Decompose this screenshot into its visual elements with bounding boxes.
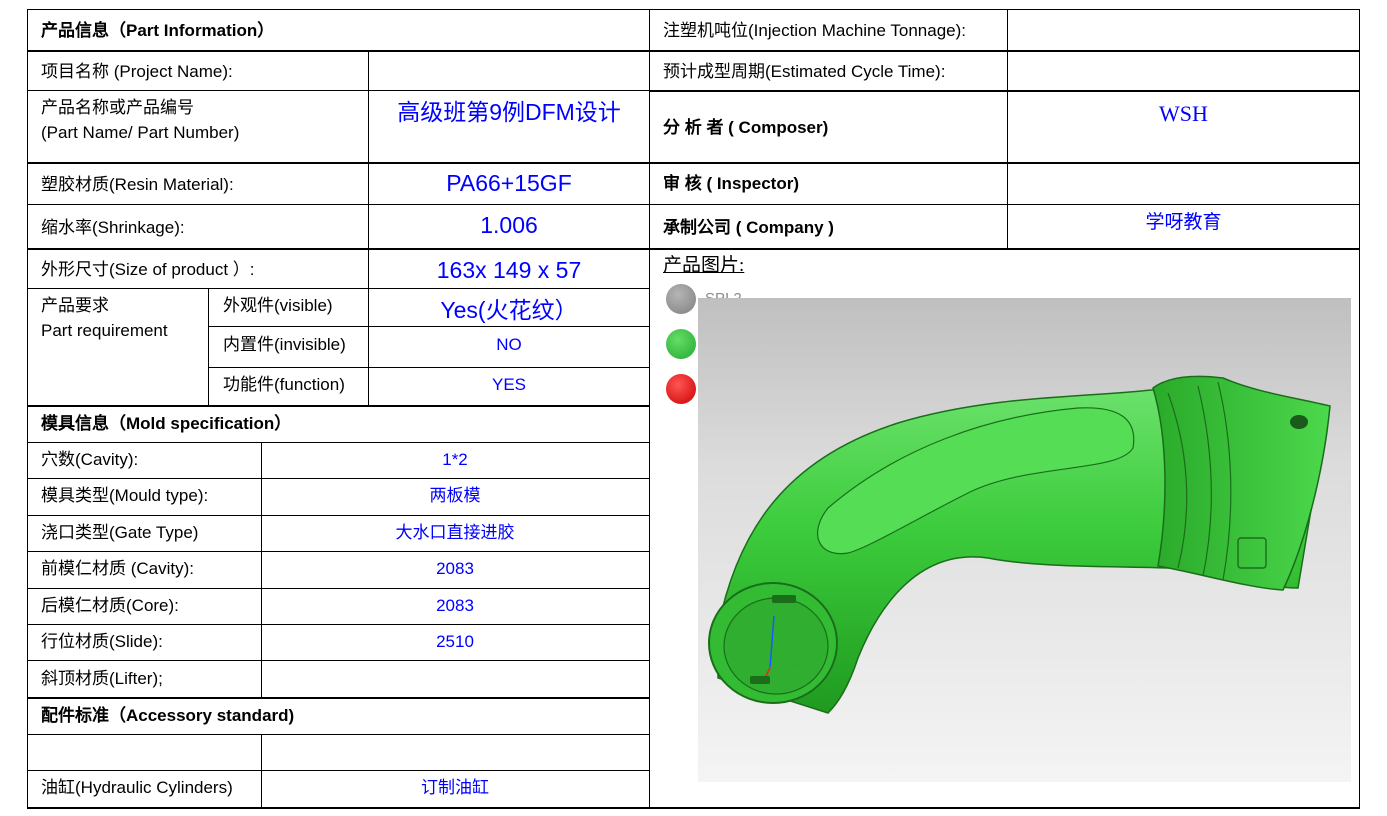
part-name-label-en: (Part Name/ Part Number): [41, 123, 240, 142]
accessory-header: 配件标准（Accessory standard): [41, 706, 295, 725]
table-border-line: [27, 478, 649, 479]
table-border-line: [649, 204, 1360, 205]
cavity-label: 穴数(Cavity):: [41, 450, 139, 469]
table-border-line: [27, 515, 649, 516]
legend-red-dot: [666, 374, 696, 404]
table-border-line: [27, 770, 649, 771]
table-border-line: [27, 697, 649, 699]
lifter-label: 斜顶材质(Lifter);: [41, 669, 163, 688]
legend-gray-dot: [666, 284, 696, 314]
requirement-label-cn: 产品要求: [41, 296, 109, 315]
part-name-value[interactable]: 高级班第9例DFM设计: [369, 99, 649, 125]
resin-label: 塑胶材质(Resin Material):: [41, 175, 234, 194]
cycle-label: 预计成型周期(Estimated Cycle Time):: [663, 62, 946, 81]
table-border-line: [27, 660, 649, 661]
table-border-line: [27, 807, 1360, 809]
table-border-line: [27, 162, 649, 164]
table-border-line: [27, 442, 649, 443]
project-name-label: 项目名称 (Project Name):: [41, 62, 233, 81]
part-info-header: 产品信息（Part Information）: [41, 21, 275, 40]
part-name-label-cn: 产品名称或产品编号: [41, 98, 194, 117]
table-border-line: [27, 405, 649, 407]
gate-type-value[interactable]: 大水口直接进胶: [261, 523, 649, 543]
table-border-line: [27, 624, 649, 625]
table-border-line: [1359, 9, 1360, 809]
table-border-line: [1007, 9, 1008, 249]
table-border-line: [27, 288, 649, 289]
product-image: [698, 298, 1351, 782]
hydraulic-value[interactable]: 订制油缸: [261, 778, 649, 798]
slide-value[interactable]: 2510: [261, 632, 649, 652]
size-value[interactable]: 163x 149 x 57: [369, 257, 649, 283]
product-image-label: 产品图片:: [663, 255, 745, 276]
cavity-steel-label: 前模仁材质 (Cavity):: [41, 559, 194, 578]
shrinkage-label: 缩水率(Shrinkage):: [41, 218, 185, 237]
visible-label: 外观件(visible): [223, 296, 333, 315]
table-border-line: [261, 442, 262, 697]
cavity-value[interactable]: 1*2: [261, 450, 649, 470]
tonnage-label: 注塑机吨位(Injection Machine Tonnage):: [663, 21, 966, 40]
size-label: 外形尺寸(Size of product ）:: [41, 260, 255, 279]
table-border-line: [208, 326, 649, 327]
inspector-label: 审 核 ( Inspector): [663, 174, 800, 193]
company-value[interactable]: 学呀教育: [1008, 211, 1359, 235]
table-border-line: [261, 734, 262, 808]
table-border-line: [27, 551, 649, 552]
mold-header: 模具信息（Mold specification）: [41, 414, 292, 433]
table-border-line: [368, 50, 369, 407]
table-border-line: [27, 9, 1360, 10]
table-border-line: [649, 248, 1360, 250]
slide-label: 行位材质(Slide):: [41, 632, 163, 651]
legend-green-dot: [666, 329, 696, 359]
resin-value[interactable]: PA66+15GF: [369, 170, 649, 196]
table-border-line: [649, 50, 1360, 52]
table-border-line: [208, 288, 209, 407]
cavity-steel-value[interactable]: 2083: [261, 559, 649, 579]
table-border-line: [27, 204, 649, 205]
shrinkage-value[interactable]: 1.006: [369, 212, 649, 238]
requirement-label-en: Part requirement: [41, 321, 168, 340]
table-border-line: [27, 50, 649, 52]
mould-type-label: 模具类型(Mould type):: [41, 486, 209, 505]
table-border-line: [208, 367, 649, 368]
table-border-line: [649, 162, 1360, 164]
table-border-line: [27, 9, 28, 809]
invisible-label: 内置件(invisible): [223, 335, 346, 354]
function-label: 功能件(function): [223, 375, 345, 394]
hydraulic-label: 油缸(Hydraulic Cylinders): [41, 778, 233, 797]
table-border-line: [27, 90, 649, 91]
invisible-value[interactable]: NO: [369, 335, 649, 355]
table-border-line: [649, 90, 1360, 92]
core-steel-value[interactable]: 2083: [261, 596, 649, 616]
gate-type-label: 浇口类型(Gate Type): [41, 523, 199, 542]
table-border-line: [649, 9, 650, 809]
composer-label: 分 析 者 ( Composer): [663, 118, 829, 137]
table-border-line: [27, 734, 649, 735]
company-label: 承制公司 ( Company ): [663, 218, 834, 237]
composer-value[interactable]: WSH: [1008, 101, 1359, 127]
table-border-line: [27, 588, 649, 589]
mould-type-value[interactable]: 两板模: [261, 486, 649, 506]
visible-value[interactable]: Yes(火花纹）: [369, 297, 649, 323]
core-steel-label: 后模仁材质(Core):: [41, 596, 179, 615]
function-value[interactable]: YES: [369, 375, 649, 395]
bent-pipe-part-render: [708, 375, 1331, 714]
table-border-line: [27, 248, 649, 250]
